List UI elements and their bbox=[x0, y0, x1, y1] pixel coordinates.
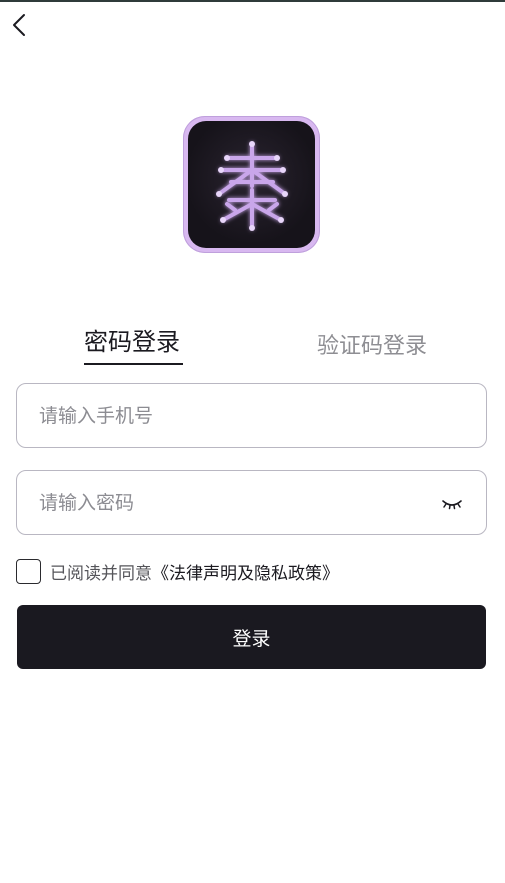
login-button[interactable]: 登录 bbox=[17, 605, 486, 669]
app-logo bbox=[183, 116, 320, 253]
phone-field bbox=[16, 383, 487, 448]
back-button[interactable] bbox=[4, 8, 34, 42]
tab-sms-login[interactable]: 验证码登录 bbox=[317, 328, 427, 360]
login-page: 密码登录 验证码登录 已阅读并同意 《法律声明及隐私政策》 登录 bbox=[0, 0, 505, 883]
tab-password-login[interactable]: 密码登录 bbox=[84, 322, 180, 357]
agreement-row: 已阅读并同意 《法律声明及隐私政策》 bbox=[16, 558, 339, 584]
password-input[interactable] bbox=[39, 471, 439, 534]
eye-closed-icon[interactable] bbox=[440, 495, 464, 513]
password-field bbox=[16, 470, 487, 535]
chevron-left-icon bbox=[13, 14, 25, 36]
app-logo-icon bbox=[215, 140, 288, 231]
phone-input[interactable] bbox=[39, 384, 439, 447]
status-divider bbox=[0, 0, 505, 2]
privacy-policy-link[interactable]: 《法律声明及隐私政策》 bbox=[152, 559, 339, 584]
agreement-text: 已阅读并同意 bbox=[50, 563, 152, 584]
active-tab-indicator bbox=[84, 363, 183, 365]
login-mode-tabs: 密码登录 验证码登录 bbox=[0, 322, 505, 370]
agreement-checkbox[interactable] bbox=[16, 558, 41, 584]
